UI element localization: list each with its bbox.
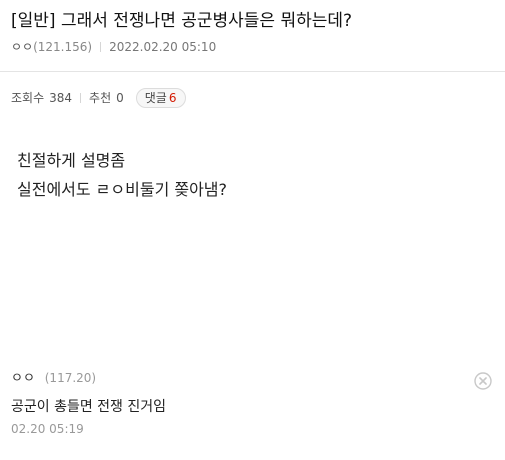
post-date: 2022.02.20 05:10	[109, 40, 217, 54]
post-title: [일반] 그래서 전쟁나면 공군병사들은 뭐하는데?	[11, 11, 353, 31]
post-body-line: 실전에서도 ㄹㅇ비둘기 쫒아냄?	[17, 180, 228, 199]
meta-divider	[100, 42, 102, 52]
comment-author-id: (117.20)	[44, 371, 97, 385]
recommend-count: 0	[116, 91, 124, 105]
post-author[interactable]: ㅇㅇ	[11, 39, 33, 55]
post-stats: 조회수 384 추천 0 댓글 6	[11, 88, 186, 108]
comments-count: 6	[168, 91, 177, 105]
recommend-label: 추천	[89, 91, 112, 105]
close-circle-icon	[474, 372, 492, 390]
comment-item: ㅇㅇ (117.20) 공군이 총들면 전쟁 진거임 02.20 05:19	[11, 369, 495, 441]
comment-author[interactable]: ㅇㅇ	[11, 371, 35, 386]
post-meta: ㅇㅇ (121.156) 2022.02.20 05:10	[11, 39, 216, 55]
views-count: 384	[49, 91, 73, 105]
post-header: [일반] 그래서 전쟁나면 공군병사들은 뭐하는데? ㅇㅇ (121.156) …	[0, 0, 505, 72]
comment-date: 02.20 05:19	[11, 422, 84, 436]
comment-delete-button[interactable]	[474, 372, 492, 390]
comments-button[interactable]: 댓글 6	[135, 88, 186, 108]
post-body: 친절하게 설명좀 실전에서도 ㄹㅇ비둘기 쫒아냄?	[17, 146, 227, 204]
views-label: 조회수	[11, 91, 45, 105]
post-body-line: 친절하게 설명좀	[17, 151, 126, 170]
stats-divider	[80, 93, 82, 103]
post-author-id: (121.156)	[33, 40, 93, 54]
comment-text: 공군이 총들면 전쟁 진거임	[11, 399, 167, 415]
comments-label: 댓글	[144, 91, 167, 105]
comment-header: ㅇㅇ (117.20)	[11, 369, 96, 388]
